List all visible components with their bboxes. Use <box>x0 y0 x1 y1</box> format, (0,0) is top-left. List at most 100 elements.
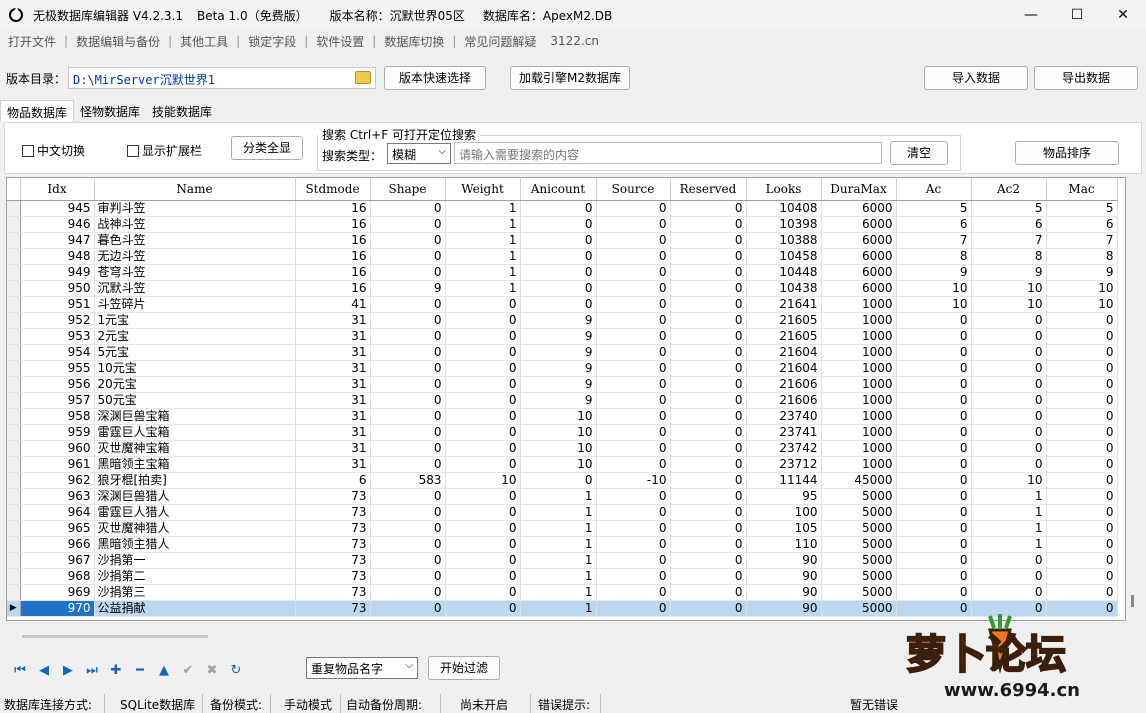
cell-shape[interactable]: 0 <box>370 536 446 553</box>
table-row[interactable]: 954 5元宝 31 0 0 9 0 0 21604 1000 0 0 0 <box>7 344 1118 361</box>
table-row[interactable]: 962 狼牙棍[拍卖] 6 583 10 0 -10 0 11144 45000 0 10 0 <box>7 472 1118 489</box>
cell-reserved[interactable]: 0 <box>670 280 747 297</box>
cell-weight[interactable]: 0 <box>445 344 521 361</box>
cell-ac[interactable]: 0 <box>896 536 972 553</box>
cell-ac[interactable]: 0 <box>896 472 972 489</box>
cell-anicount[interactable]: 1 <box>520 504 597 521</box>
cell-duramax[interactable]: 5000 <box>821 520 897 537</box>
cell-ac[interactable]: 0 <box>896 504 972 521</box>
cell-idx[interactable]: 947 <box>20 232 95 249</box>
cell-stdmode[interactable]: 73 <box>295 552 371 569</box>
cell-shape[interactable]: 0 <box>370 296 446 313</box>
cell-idx[interactable]: 952 <box>20 312 95 329</box>
cell-ac2[interactable]: 0 <box>971 408 1047 425</box>
cell-source[interactable]: 0 <box>596 440 671 457</box>
import-button[interactable]: 导入数据 <box>924 66 1028 90</box>
show-ext-checkbox[interactable]: 显示扩展栏 <box>127 142 202 159</box>
cell-source[interactable]: 0 <box>596 360 671 377</box>
menu-edit-backup[interactable]: 数据编辑与备份 <box>68 33 168 50</box>
table-row[interactable]: 948 无边斗笠 16 0 1 0 0 0 10458 6000 8 8 8 <box>7 248 1118 265</box>
cell-reserved[interactable]: 0 <box>670 360 747 377</box>
cell-reserved[interactable]: 0 <box>670 408 747 425</box>
cell-duramax[interactable]: 6000 <box>821 200 897 217</box>
cell-mac[interactable]: 0 <box>1046 552 1118 569</box>
column-header-name[interactable]: Name <box>94 178 296 201</box>
cell-name[interactable]: 狼牙棍[拍卖] <box>94 472 296 489</box>
cell-ac[interactable]: 0 <box>896 360 972 377</box>
cell-anicount[interactable]: 1 <box>520 536 597 553</box>
horizontal-scrollbar[interactable] <box>22 635 208 638</box>
checkbox-box[interactable] <box>127 144 139 157</box>
cell-stdmode[interactable]: 73 <box>295 600 371 617</box>
cell-shape[interactable]: 0 <box>370 264 446 281</box>
cell-anicount[interactable]: 10 <box>520 456 597 473</box>
cell-ac2[interactable]: 8 <box>971 248 1047 265</box>
cell-shape[interactable]: 0 <box>370 488 446 505</box>
cell-looks[interactable]: 21604 <box>746 344 822 361</box>
cell-mac[interactable]: 5 <box>1046 200 1118 217</box>
delete-icon[interactable]: ━ <box>132 662 148 678</box>
cell-anicount[interactable]: 1 <box>520 584 597 601</box>
cell-looks[interactable]: 10408 <box>746 200 822 217</box>
cell-weight[interactable]: 0 <box>445 440 521 457</box>
cell-weight[interactable]: 0 <box>445 392 521 409</box>
cell-reserved[interactable]: 0 <box>670 456 747 473</box>
load-engine-button[interactable]: 加载引擎M2数据库 <box>510 66 630 90</box>
cell-mac[interactable]: 0 <box>1046 568 1118 585</box>
cell-name[interactable]: 沙捐第二 <box>94 568 296 585</box>
cell-idx[interactable]: 948 <box>20 248 95 265</box>
cell-name[interactable]: 沙捐第三 <box>94 584 296 601</box>
next-icon[interactable]: ▶ <box>60 662 76 678</box>
table-row[interactable]: 965 灭世魔神猎人 73 0 0 1 0 0 105 5000 0 1 0 <box>7 520 1118 537</box>
cell-stdmode[interactable]: 31 <box>295 376 371 393</box>
cell-duramax[interactable]: 6000 <box>821 216 897 233</box>
cell-source[interactable]: 0 <box>596 344 671 361</box>
cell-source[interactable]: 0 <box>596 264 671 281</box>
cell-idx[interactable]: 953 <box>20 328 95 345</box>
cell-idx[interactable]: 961 <box>20 456 95 473</box>
cell-shape[interactable]: 583 <box>370 472 446 489</box>
cell-source[interactable]: 0 <box>596 280 671 297</box>
row-indicator[interactable] <box>7 536 21 553</box>
cell-name[interactable]: 暮色斗笠 <box>94 232 296 249</box>
cell-stdmode[interactable]: 16 <box>295 248 371 265</box>
cell-ac2[interactable]: 10 <box>971 472 1047 489</box>
cell-mac[interactable]: 0 <box>1046 600 1118 617</box>
cell-stdmode[interactable]: 16 <box>295 216 371 233</box>
cell-mac[interactable]: 0 <box>1046 408 1118 425</box>
cell-weight[interactable]: 0 <box>445 552 521 569</box>
folder-icon[interactable] <box>355 71 371 84</box>
cell-mac[interactable]: 0 <box>1046 536 1118 553</box>
cell-weight[interactable]: 0 <box>445 360 521 377</box>
table-row[interactable]: 950 沉默斗笠 16 9 1 0 0 0 10438 6000 10 10 10 <box>7 280 1118 297</box>
cell-anicount[interactable]: 9 <box>520 328 597 345</box>
cell-name[interactable]: 苍穹斗笠 <box>94 264 296 281</box>
menu-faq[interactable]: 常见问题解疑 <box>456 33 544 50</box>
cell-ac[interactable]: 9 <box>896 264 972 281</box>
cell-ac2[interactable]: 1 <box>971 488 1047 505</box>
cell-anicount[interactable]: 1 <box>520 552 597 569</box>
cell-name[interactable]: 公益捐献 <box>94 600 296 617</box>
cell-name[interactable]: 审判斗笠 <box>94 200 296 217</box>
cell-stdmode[interactable]: 6 <box>295 472 371 489</box>
cell-anicount[interactable]: 10 <box>520 440 597 457</box>
cell-looks[interactable]: 10438 <box>746 280 822 297</box>
cell-idx[interactable]: 969 <box>20 584 95 601</box>
cell-ac2[interactable]: 0 <box>971 344 1047 361</box>
cell-ac2[interactable]: 1 <box>971 520 1047 537</box>
cell-duramax[interactable]: 5000 <box>821 536 897 553</box>
cell-idx[interactable]: 946 <box>20 216 95 233</box>
cell-idx[interactable]: 950 <box>20 280 95 297</box>
cell-ac2[interactable]: 6 <box>971 216 1047 233</box>
column-header-mac[interactable]: Mac <box>1046 178 1118 201</box>
cell-stdmode[interactable]: 31 <box>295 328 371 345</box>
cell-ac2[interactable]: 0 <box>971 552 1047 569</box>
cell-looks[interactable]: 21604 <box>746 360 822 377</box>
cell-reserved[interactable]: 0 <box>670 472 747 489</box>
cell-mac[interactable]: 0 <box>1046 312 1118 329</box>
menu-open-file[interactable]: 打开文件 <box>0 33 64 50</box>
cell-mac[interactable]: 0 <box>1046 488 1118 505</box>
column-header-ac[interactable]: Ac <box>896 178 972 201</box>
cell-stdmode[interactable]: 41 <box>295 296 371 313</box>
cell-ac2[interactable]: 0 <box>971 440 1047 457</box>
